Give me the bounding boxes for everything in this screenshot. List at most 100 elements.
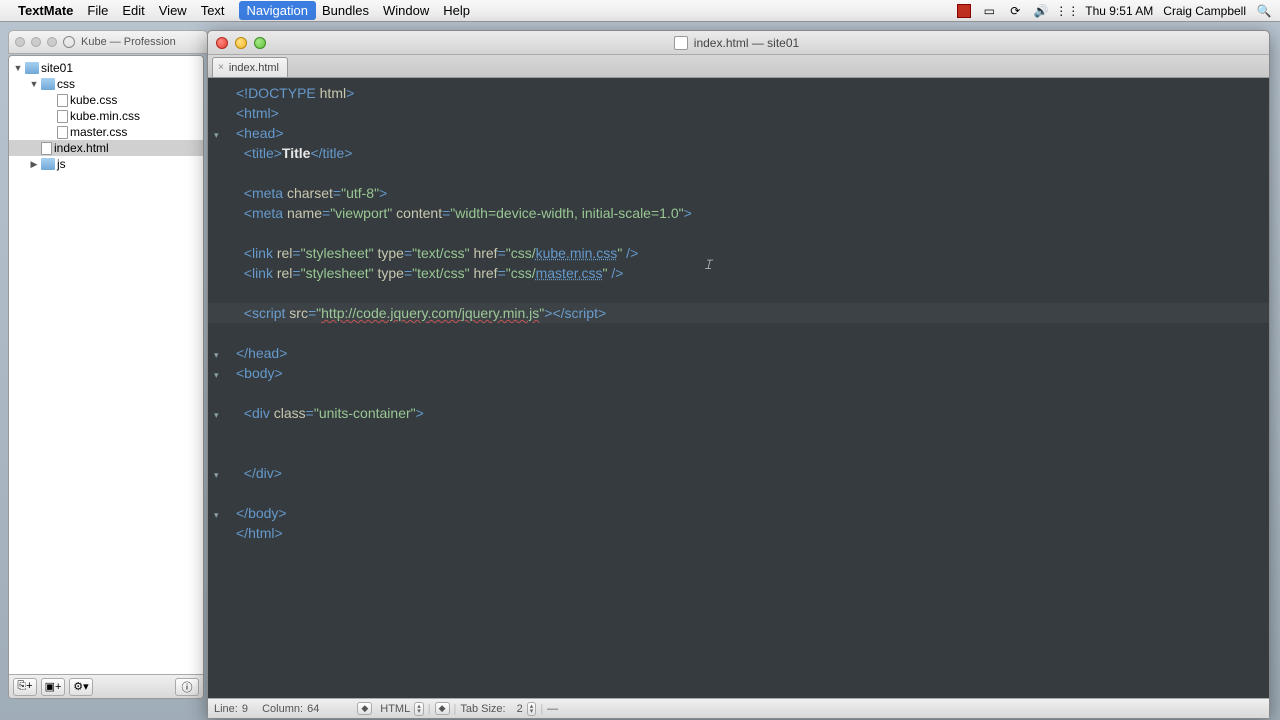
language-stepper[interactable]: ▴▾ — [414, 702, 424, 716]
tab-label: index.html — [229, 62, 279, 74]
code-line[interactable]: <!DOCTYPE html> — [236, 83, 1265, 103]
tree-item-label: js — [57, 157, 66, 171]
tree-folder[interactable]: ▶ js — [9, 156, 203, 172]
code-editor[interactable]: ▾ ▾ ▾ ▾ ▾ ▾ <!DOCTYPE html><html><head> <titl… — [208, 78, 1269, 698]
file-icon — [57, 94, 68, 107]
tree-file[interactable]: kube.min.css — [9, 108, 203, 124]
code-line[interactable]: <meta name="viewport" content="width=dev… — [236, 203, 1265, 223]
menu-window[interactable]: Window — [383, 3, 429, 18]
code-area[interactable]: <!DOCTYPE html><html><head> <title>Title… — [232, 78, 1269, 698]
fold-marker-icon[interactable]: ▾ — [214, 365, 224, 375]
bg-traffic-light — [47, 37, 57, 47]
window-titlebar[interactable]: index.html — site01 — [208, 31, 1269, 55]
code-line[interactable]: <head> — [236, 123, 1265, 143]
file-tree[interactable]: ▼site01▼csskube.csskube.min.cssmaster.cs… — [9, 56, 203, 674]
tabsize-stepper[interactable]: ▴▾ — [527, 702, 537, 716]
tab-size-value[interactable]: 2 — [517, 703, 523, 715]
editor-status-bar: Line: 9 Column: 64 ◆ HTML ▴▾ | ◆ | Tab S… — [208, 698, 1269, 718]
tree-folder[interactable]: ▼ css — [9, 76, 203, 92]
column-label: Column: — [262, 703, 303, 715]
close-window-button[interactable] — [216, 37, 228, 49]
file-nav-popup[interactable]: ◆ — [357, 702, 372, 715]
menu-file[interactable]: File — [87, 3, 108, 18]
file-browser-drawer: ▼site01▼csskube.csskube.min.cssmaster.cs… — [8, 55, 204, 699]
tree-item-label: kube.min.css — [70, 109, 140, 123]
line-number: 9 — [242, 703, 248, 715]
tree-item-label: site01 — [41, 61, 73, 75]
tab-size-label: Tab Size: — [460, 703, 505, 715]
sync-icon[interactable]: ⟳ — [1007, 4, 1023, 18]
code-line[interactable] — [236, 283, 1265, 303]
code-line[interactable]: <body> — [236, 363, 1265, 383]
language-selector[interactable]: HTML — [380, 703, 410, 715]
new-folder-button[interactable]: ▣+ — [41, 678, 65, 696]
recording-indicator-icon[interactable] — [957, 4, 971, 18]
zoom-window-button[interactable] — [254, 37, 266, 49]
bg-traffic-light — [31, 37, 41, 47]
new-file-button[interactable]: ⎘+ — [13, 678, 37, 696]
wifi-icon[interactable]: ⋮⋮ — [1059, 4, 1075, 18]
folder-icon — [25, 62, 39, 74]
tree-file[interactable]: kube.css — [9, 92, 203, 108]
tree-folder[interactable]: ▼ site01 — [9, 60, 203, 76]
menu-edit[interactable]: Edit — [122, 3, 144, 18]
bg-traffic-light — [15, 37, 25, 47]
close-tab-icon[interactable]: × — [218, 62, 224, 73]
symbol-indicator[interactable]: — — [547, 703, 558, 715]
code-line[interactable]: <html> — [236, 103, 1265, 123]
code-line[interactable] — [236, 443, 1265, 463]
code-line[interactable] — [236, 423, 1265, 443]
fold-marker-icon[interactable]: ▾ — [214, 345, 224, 355]
code-line[interactable]: <title>Title</title> — [236, 143, 1265, 163]
favicon-icon — [63, 36, 75, 48]
code-line[interactable] — [236, 163, 1265, 183]
menu-bundles[interactable]: Bundles — [322, 3, 369, 18]
menu-help[interactable]: Help — [443, 3, 470, 18]
display-icon[interactable]: ▭ — [981, 4, 997, 18]
code-line[interactable]: </div> — [236, 463, 1265, 483]
file-icon — [57, 110, 68, 123]
volume-icon[interactable]: 🔊 — [1033, 4, 1049, 18]
editor-gutter[interactable]: ▾ ▾ ▾ ▾ ▾ ▾ — [208, 78, 232, 698]
folder-icon — [41, 78, 55, 90]
code-line[interactable] — [236, 223, 1265, 243]
document-icon — [674, 36, 688, 50]
clock[interactable]: Thu 9:51 AM — [1085, 4, 1153, 18]
file-icon — [41, 142, 52, 155]
menu-text[interactable]: Text — [201, 3, 225, 18]
minimize-window-button[interactable] — [235, 37, 247, 49]
tree-file[interactable]: master.css — [9, 124, 203, 140]
disclosure-triangle-icon[interactable]: ▼ — [13, 63, 23, 73]
tree-item-label: css — [57, 77, 75, 91]
code-line[interactable]: <meta charset="utf-8"> — [236, 183, 1265, 203]
tree-item-label: index.html — [54, 141, 109, 155]
code-line[interactable]: </head> — [236, 343, 1265, 363]
disclosure-triangle-icon[interactable]: ▶ — [29, 159, 39, 170]
column-number: 64 — [307, 703, 319, 715]
fold-marker-icon[interactable]: ▾ — [214, 465, 224, 475]
code-line[interactable]: </html> — [236, 523, 1265, 543]
menu-navigation[interactable]: Navigation — [239, 1, 316, 20]
fold-marker-icon[interactable]: ▾ — [214, 405, 224, 415]
editor-tab[interactable]: × index.html — [212, 57, 288, 77]
code-line[interactable] — [236, 483, 1265, 503]
user-menu[interactable]: Craig Campbell — [1163, 4, 1246, 18]
info-button[interactable]: ⓘ — [175, 678, 199, 696]
spotlight-icon[interactable]: 🔍 — [1256, 4, 1272, 18]
tree-file[interactable]: index.html — [9, 140, 203, 156]
window-title: index.html — site01 — [694, 36, 799, 50]
settings-gear-button[interactable]: ⚙▾ — [69, 678, 93, 696]
code-line[interactable]: <link rel="stylesheet" type="text/css" h… — [236, 243, 1265, 263]
fold-marker-icon[interactable]: ▾ — [214, 505, 224, 515]
code-line[interactable] — [236, 383, 1265, 403]
disclosure-triangle-icon[interactable]: ▼ — [29, 79, 39, 89]
fold-marker-icon[interactable]: ▾ — [214, 125, 224, 135]
code-line[interactable]: <div class="units-container"> — [236, 403, 1265, 423]
symbol-nav-popup[interactable]: ◆ — [435, 702, 450, 715]
tree-item-label: master.css — [70, 125, 127, 139]
app-name[interactable]: TextMate — [18, 3, 73, 18]
code-line[interactable]: <link rel="stylesheet" type="text/css" h… — [236, 263, 1265, 283]
code-line[interactable] — [236, 323, 1265, 343]
code-line[interactable]: </body> — [236, 503, 1265, 523]
menu-view[interactable]: View — [159, 3, 187, 18]
